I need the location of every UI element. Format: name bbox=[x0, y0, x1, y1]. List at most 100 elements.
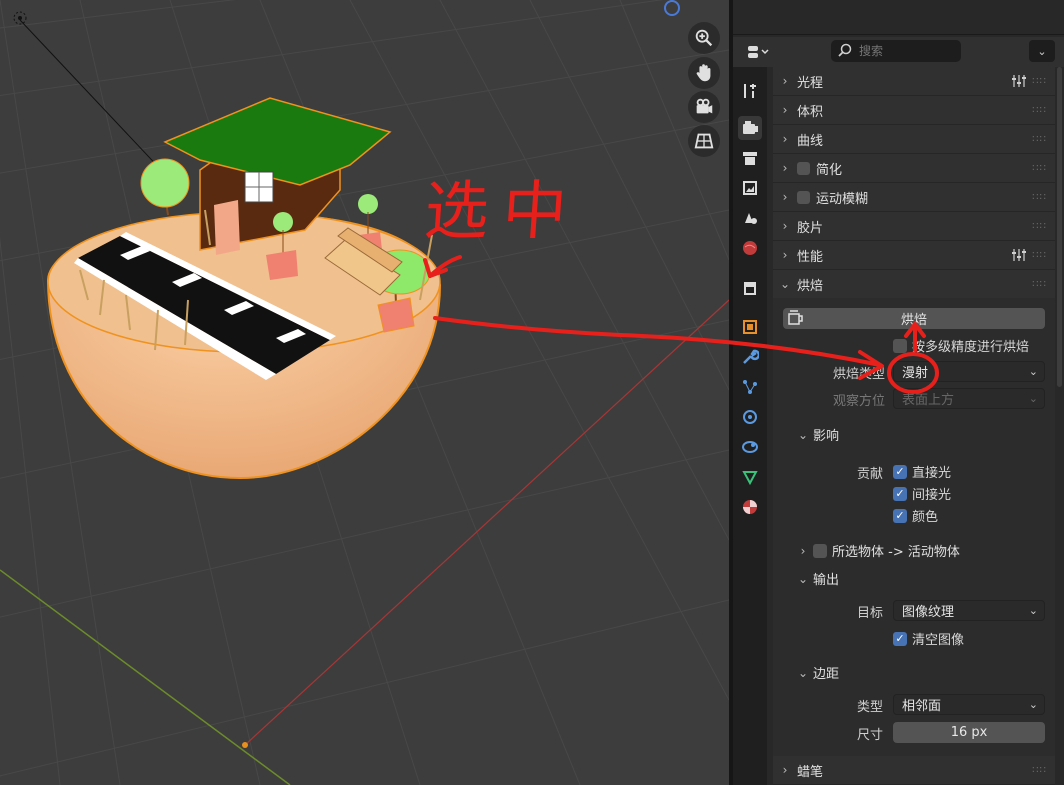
render-properties-content: › 光程 ∷∷ › 体积 ∷∷ › 曲线 ∷∷ › 简化 ∷∷ › 运动模糊 ∷… bbox=[773, 67, 1055, 785]
panel-bake[interactable]: ⌄ 烘焙 ∷∷ bbox=[773, 270, 1055, 299]
panel-title: 胶片 bbox=[797, 220, 824, 236]
scrollbar[interactable] bbox=[1057, 67, 1062, 387]
panel-motion-blur[interactable]: › 运动模糊 ∷∷ bbox=[773, 183, 1055, 212]
chevron-right-icon: › bbox=[782, 74, 788, 88]
influence-subpanel-header[interactable]: ⌄ 影响 bbox=[793, 425, 840, 445]
panel-title: 光程 bbox=[797, 75, 824, 91]
clear-image-row[interactable]: 清空图像 bbox=[893, 629, 964, 648]
drag-grip-icon[interactable]: ∷∷ bbox=[1032, 163, 1047, 174]
margin-size-label: 尺寸 bbox=[856, 728, 883, 743]
panel-title: 运动模糊 bbox=[816, 191, 869, 207]
chevron-right-icon: › bbox=[782, 219, 788, 233]
color-checkbox[interactable] bbox=[893, 508, 907, 523]
influence-title: 影响 bbox=[813, 429, 840, 444]
presets-icon[interactable] bbox=[1011, 74, 1027, 88]
tab-constraints[interactable] bbox=[738, 435, 762, 459]
panel-title: 性能 bbox=[797, 249, 824, 265]
chevron-down-icon: ⌄ bbox=[1028, 604, 1038, 617]
render-camera-icon bbox=[743, 121, 758, 134]
tab-particles[interactable] bbox=[738, 375, 762, 399]
panel-title: 曲线 bbox=[797, 133, 824, 149]
view-from-dropdown[interactable]: 表面上方 ⌄ bbox=[893, 388, 1045, 409]
tab-view-layer[interactable] bbox=[738, 176, 762, 200]
header-options-dropdown[interactable]: ⌄ bbox=[1029, 40, 1055, 62]
panel-volumes[interactable]: › 体积 ∷∷ bbox=[773, 96, 1055, 125]
image-icon bbox=[743, 181, 757, 195]
tab-scene[interactable] bbox=[738, 206, 762, 230]
selected-to-active-checkbox[interactable] bbox=[813, 543, 827, 558]
multires-checkbox[interactable] bbox=[893, 338, 907, 353]
search-field[interactable] bbox=[831, 40, 961, 62]
tab-tool[interactable] bbox=[738, 79, 762, 103]
target-label: 目标 bbox=[856, 606, 883, 621]
panel-performance[interactable]: › 性能 ∷∷ bbox=[773, 241, 1055, 270]
chevron-down-icon: ⌄ bbox=[797, 665, 809, 680]
zoom-icon[interactable] bbox=[688, 22, 720, 54]
tab-output[interactable] bbox=[738, 146, 762, 170]
camera-view-icon[interactable] bbox=[688, 91, 720, 123]
color-label: 颜色 bbox=[912, 510, 939, 525]
bake-type-dropdown[interactable]: 漫射 ⌄ bbox=[893, 361, 1045, 382]
motion-blur-checkbox[interactable] bbox=[797, 190, 810, 204]
gizmo-axis-icon[interactable] bbox=[664, 0, 680, 16]
wrench-icon bbox=[743, 349, 759, 364]
chevron-right-icon: › bbox=[782, 248, 788, 262]
perspective-grid-icon[interactable] bbox=[688, 125, 720, 157]
tab-render[interactable] bbox=[738, 116, 762, 140]
bake-button[interactable]: 烘焙 bbox=[783, 308, 1045, 329]
direct-row[interactable]: 直接光 bbox=[893, 462, 951, 481]
multires-row[interactable]: 按多级精度进行烘焙 bbox=[893, 336, 1029, 355]
direct-checkbox[interactable] bbox=[893, 464, 907, 479]
panel-light-paths[interactable]: › 光程 ∷∷ bbox=[773, 67, 1055, 96]
output-subpanel-header[interactable]: ⌄ 输出 bbox=[793, 569, 839, 589]
panel-film[interactable]: › 胶片 ∷∷ bbox=[773, 212, 1055, 241]
drag-grip-icon[interactable]: ∷∷ bbox=[1032, 76, 1047, 87]
margin-subpanel-header[interactable]: ⌄ 边距 bbox=[793, 663, 839, 683]
drag-grip-icon[interactable]: ∷∷ bbox=[1032, 134, 1047, 145]
search-icon bbox=[838, 43, 852, 57]
scene-canvas[interactable] bbox=[0, 0, 729, 785]
drag-grip-icon[interactable]: ∷∷ bbox=[1032, 279, 1047, 290]
drag-grip-icon[interactable]: ∷∷ bbox=[1032, 221, 1047, 232]
chevron-down-icon: ⌄ bbox=[1037, 44, 1047, 58]
panel-simplify[interactable]: › 简化 ∷∷ bbox=[773, 154, 1055, 183]
tab-world[interactable] bbox=[738, 236, 762, 260]
chevron-right-icon: › bbox=[782, 763, 788, 777]
tab-modifiers[interactable] bbox=[738, 345, 762, 369]
margin-type-dropdown[interactable]: 相邻面 ⌄ bbox=[893, 694, 1045, 715]
presets-icon[interactable] bbox=[1011, 248, 1027, 262]
bake-cup-icon bbox=[788, 310, 803, 325]
physics-icon bbox=[743, 410, 757, 424]
object-icon bbox=[743, 320, 757, 334]
tab-data[interactable] bbox=[738, 465, 762, 489]
drag-grip-icon[interactable]: ∷∷ bbox=[1032, 765, 1047, 776]
simplify-checkbox[interactable] bbox=[797, 161, 810, 175]
panel-curves[interactable]: › 曲线 ∷∷ bbox=[773, 125, 1055, 154]
margin-type-value: 相邻面 bbox=[902, 699, 942, 714]
properties-header: ⌄ bbox=[733, 37, 1064, 67]
pan-hand-icon[interactable] bbox=[688, 57, 720, 89]
selected-to-active-label: 所选物体 -> 活动物体 bbox=[832, 545, 960, 560]
margin-size-field[interactable]: 16 px bbox=[893, 722, 1045, 743]
search-input[interactable] bbox=[857, 43, 961, 59]
selected-to-active-header[interactable]: › 所选物体 -> 活动物体 bbox=[793, 541, 960, 560]
3d-viewport[interactable] bbox=[0, 0, 729, 785]
indirect-checkbox[interactable] bbox=[893, 486, 907, 501]
tab-object[interactable] bbox=[738, 315, 762, 339]
drag-grip-icon[interactable]: ∷∷ bbox=[1032, 105, 1047, 116]
editor-type-selector[interactable] bbox=[743, 41, 777, 63]
annotation-text: 选中 bbox=[421, 175, 584, 249]
panel-grease-pencil[interactable]: › 蜡笔 ∷∷ bbox=[773, 756, 1055, 785]
chevron-down-icon: ⌄ bbox=[797, 427, 809, 442]
tab-material[interactable] bbox=[738, 495, 762, 519]
clear-image-checkbox[interactable] bbox=[893, 631, 907, 646]
indirect-label: 间接光 bbox=[912, 488, 952, 503]
indirect-row[interactable]: 间接光 bbox=[893, 484, 951, 503]
drag-grip-icon[interactable]: ∷∷ bbox=[1032, 250, 1047, 261]
tab-collection[interactable] bbox=[738, 276, 762, 300]
color-row[interactable]: 颜色 bbox=[893, 506, 938, 525]
tab-physics[interactable] bbox=[738, 405, 762, 429]
chevron-down-icon: ⌄ bbox=[779, 277, 791, 291]
drag-grip-icon[interactable]: ∷∷ bbox=[1032, 192, 1047, 203]
target-dropdown[interactable]: 图像纹理 ⌄ bbox=[893, 600, 1045, 621]
